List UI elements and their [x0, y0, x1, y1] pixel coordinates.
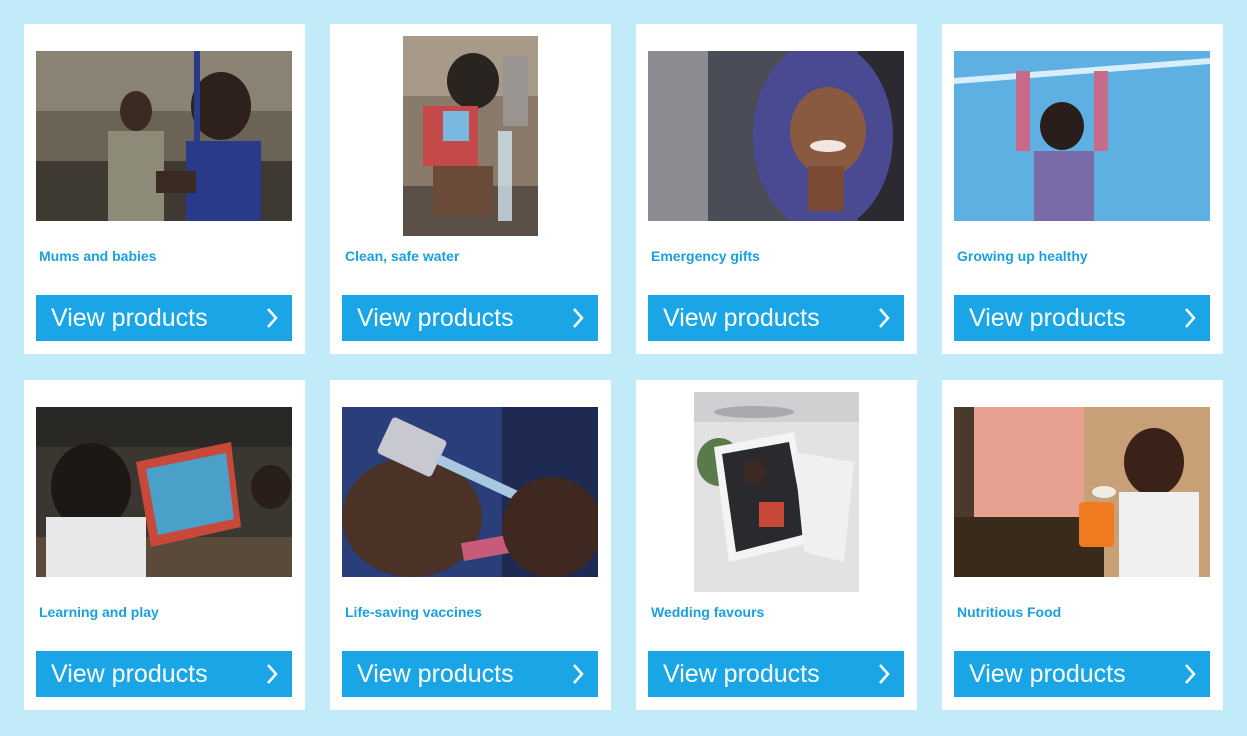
- view-products-button[interactable]: View products: [342, 295, 598, 341]
- product-card-learning-and-play: Learning and play View products: [24, 380, 305, 710]
- chevron-right-icon: [573, 664, 584, 684]
- product-card-clean-safe-water: Clean, safe water View products: [330, 24, 611, 354]
- product-title[interactable]: Nutritious Food: [957, 604, 1061, 620]
- view-products-button[interactable]: View products: [36, 295, 292, 341]
- product-card-nutritious-food: Nutritious Food View products: [942, 380, 1223, 710]
- view-products-button[interactable]: View products: [648, 651, 904, 697]
- view-products-button[interactable]: View products: [342, 651, 598, 697]
- view-products-button[interactable]: View products: [648, 295, 904, 341]
- product-card-wedding-favours: Wedding favours View products: [636, 380, 917, 710]
- chevron-right-icon: [267, 664, 278, 684]
- button-label: View products: [663, 659, 820, 688]
- product-title[interactable]: Learning and play: [39, 604, 159, 620]
- product-title[interactable]: Mums and babies: [39, 248, 156, 264]
- photo-child-eating[interactable]: [954, 407, 1210, 577]
- button-label: View products: [663, 303, 820, 332]
- button-label: View products: [51, 303, 208, 332]
- product-card-growing-up-healthy: Growing up healthy View products: [942, 24, 1223, 354]
- view-products-button[interactable]: View products: [954, 295, 1210, 341]
- chevron-right-icon: [573, 308, 584, 328]
- product-grid: Mums and babies View products Clean, saf…: [24, 24, 1223, 710]
- chevron-right-icon: [879, 308, 890, 328]
- photo-vaccine-vial[interactable]: [342, 407, 598, 577]
- photo-child-drinking-water[interactable]: [403, 36, 538, 236]
- view-products-button[interactable]: View products: [954, 651, 1210, 697]
- product-title[interactable]: Wedding favours: [651, 604, 764, 620]
- photo-wedding-card[interactable]: [694, 392, 859, 592]
- button-label: View products: [969, 659, 1126, 688]
- chevron-right-icon: [267, 308, 278, 328]
- product-card-mums-and-babies: Mums and babies View products: [24, 24, 305, 354]
- product-title[interactable]: Life-saving vaccines: [345, 604, 482, 620]
- photo-smiling-child-blanket[interactable]: [648, 51, 904, 221]
- chevron-right-icon: [1185, 308, 1196, 328]
- product-card-life-saving-vaccines: Life-saving vaccines View products: [330, 380, 611, 710]
- chevron-right-icon: [1185, 664, 1196, 684]
- product-title[interactable]: Growing up healthy: [957, 248, 1088, 264]
- button-label: View products: [51, 659, 208, 688]
- chevron-right-icon: [879, 664, 890, 684]
- button-label: View products: [969, 303, 1126, 332]
- button-label: View products: [357, 659, 514, 688]
- photo-children-reading[interactable]: [36, 407, 292, 577]
- photo-mum-and-baby[interactable]: [36, 51, 292, 221]
- photo-child-mosquito-net[interactable]: [954, 51, 1210, 221]
- product-card-emergency-gifts: Emergency gifts View products: [636, 24, 917, 354]
- product-title[interactable]: Emergency gifts: [651, 248, 760, 264]
- view-products-button[interactable]: View products: [36, 651, 292, 697]
- product-title[interactable]: Clean, safe water: [345, 248, 459, 264]
- button-label: View products: [357, 303, 514, 332]
